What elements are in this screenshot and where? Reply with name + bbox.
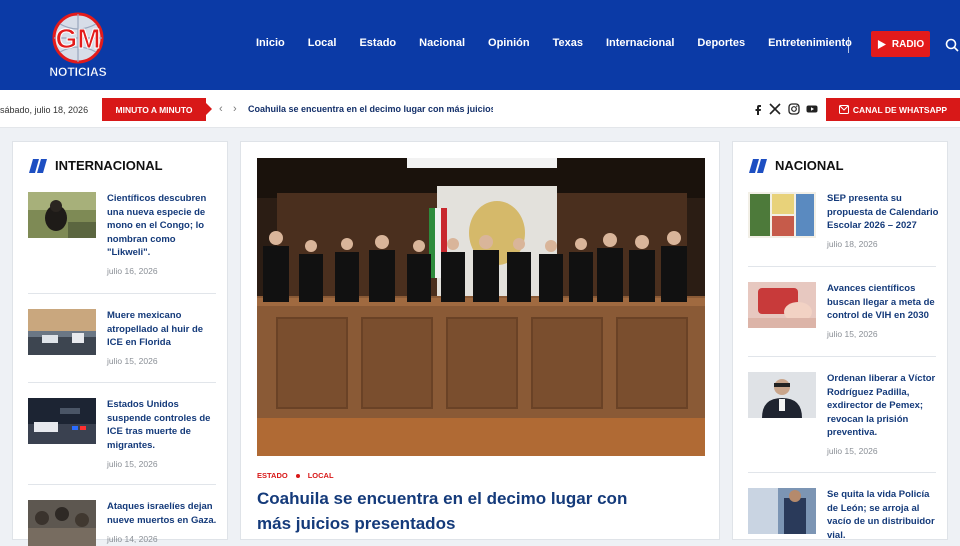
article-thumbnail[interactable]	[748, 372, 816, 418]
site-logo[interactable]: GM NOTICIAS	[40, 8, 116, 82]
nav-item-inicio[interactable]: Inicio	[256, 37, 285, 49]
nav-divider	[848, 37, 849, 53]
nav-item-nacional[interactable]: Nacional	[419, 37, 465, 49]
divider	[748, 472, 936, 473]
panel-title-internacional[interactable]: INTERNACIONAL	[55, 158, 163, 173]
panel-title-nacional[interactable]: NACIONAL	[775, 158, 844, 173]
x-icon[interactable]	[769, 103, 781, 115]
search-icon[interactable]	[945, 38, 959, 52]
article-date: julio 14, 2026	[107, 534, 158, 544]
divider	[28, 484, 216, 485]
radio-button[interactable]: RADIO	[871, 31, 930, 57]
featured-story: ESTADO LOCAL Coahuila se encuentra en el…	[240, 141, 720, 540]
divider	[748, 356, 936, 357]
facebook-icon[interactable]	[752, 103, 764, 115]
logo-text-main: GM	[55, 23, 100, 54]
article-thumbnail[interactable]	[28, 192, 96, 238]
article-thumbnail[interactable]	[748, 488, 816, 534]
section-bars-icon	[749, 158, 767, 173]
category-separator	[295, 473, 300, 478]
nacional-panel: NACIONAL SEP presenta su propuesta de Ca…	[732, 141, 948, 542]
article-title[interactable]: Ordenan liberar a Víctor Rodríguez Padil…	[827, 372, 939, 440]
featured-headline[interactable]: Coahuila se encuentra en el decimo lugar…	[257, 486, 657, 536]
category-tags: ESTADO LOCAL	[257, 471, 334, 480]
minuto-a-minuto-badge[interactable]: MINUTO A MINUTO	[102, 98, 212, 121]
section-bars-icon	[29, 158, 47, 173]
article-thumbnail[interactable]	[28, 500, 96, 546]
nav-item-internacional[interactable]: Internacional	[606, 37, 674, 49]
radio-label: RADIO	[891, 38, 925, 50]
nav-item-estado[interactable]: Estado	[359, 37, 396, 49]
youtube-icon[interactable]	[806, 103, 818, 115]
article-date: julio 15, 2026	[107, 356, 158, 366]
whatsapp-channel-button[interactable]: CANAL DE WHATSAPP	[826, 98, 960, 121]
current-date: sábado, julio 18, 2026	[0, 105, 89, 115]
article-title[interactable]: Estados Unidos suspende controles de ICE…	[107, 398, 219, 452]
article-date: julio 15, 2026	[107, 459, 158, 469]
article-title[interactable]: SEP presenta su propuesta de Calendario …	[827, 192, 939, 233]
category-local[interactable]: LOCAL	[308, 471, 334, 480]
whatsapp-icon	[838, 105, 849, 114]
divider	[28, 382, 216, 383]
article-thumbnail[interactable]	[28, 398, 96, 444]
article-title[interactable]: Científicos descubren una nueva especie …	[107, 192, 219, 260]
news-ticker[interactable]: Coahuila se encuentra en el decimo lugar…	[248, 104, 493, 114]
whatsapp-label: CANAL DE WHATSAPP	[852, 104, 948, 115]
nav-item-deportes[interactable]: Deportes	[697, 37, 745, 49]
article-title[interactable]: Avances científicos buscan llegar a meta…	[827, 282, 939, 323]
divider	[28, 293, 216, 294]
article-thumbnail[interactable]	[748, 192, 816, 238]
main-nav: Inicio Local Estado Nacional Opinión Tex…	[256, 37, 875, 49]
instagram-icon[interactable]	[788, 103, 800, 115]
article-date: julio 16, 2026	[107, 266, 158, 276]
panel-heading: INTERNACIONAL	[29, 158, 163, 173]
featured-image[interactable]	[257, 158, 705, 456]
play-icon	[877, 39, 886, 49]
article-title[interactable]: Muere mexicano atropellado al huir de IC…	[107, 309, 219, 350]
article-title[interactable]: Se quita la vida Policía de León; se arr…	[827, 488, 939, 542]
article-thumbnail[interactable]	[748, 282, 816, 328]
category-estado[interactable]: ESTADO	[257, 471, 288, 480]
nav-item-entretenimiento[interactable]: Entretenimiento	[768, 37, 852, 49]
nav-item-local[interactable]: Local	[308, 37, 337, 49]
article-date: julio 15, 2026	[827, 446, 878, 456]
logo-text-sub: NOTICIAS	[49, 65, 106, 79]
article-date: julio 18, 2026	[827, 239, 878, 249]
nav-item-opinion[interactable]: Opinión	[488, 37, 530, 49]
internacional-panel: INTERNACIONAL Científicos descubren una …	[12, 141, 228, 546]
site-header: GM NOTICIAS Inicio Local Estado Nacional…	[0, 0, 960, 90]
chevron-right-icon[interactable]: ›	[233, 103, 237, 115]
nav-item-texas[interactable]: Texas	[553, 37, 583, 49]
article-date: julio 15, 2026	[827, 329, 878, 339]
divider	[748, 266, 936, 267]
article-thumbnail[interactable]	[28, 309, 96, 355]
panel-heading: NACIONAL	[749, 158, 844, 173]
chevron-left-icon[interactable]: ‹	[219, 103, 223, 115]
article-title[interactable]: Ataques israelíes dejan nueve muertos en…	[107, 500, 219, 527]
